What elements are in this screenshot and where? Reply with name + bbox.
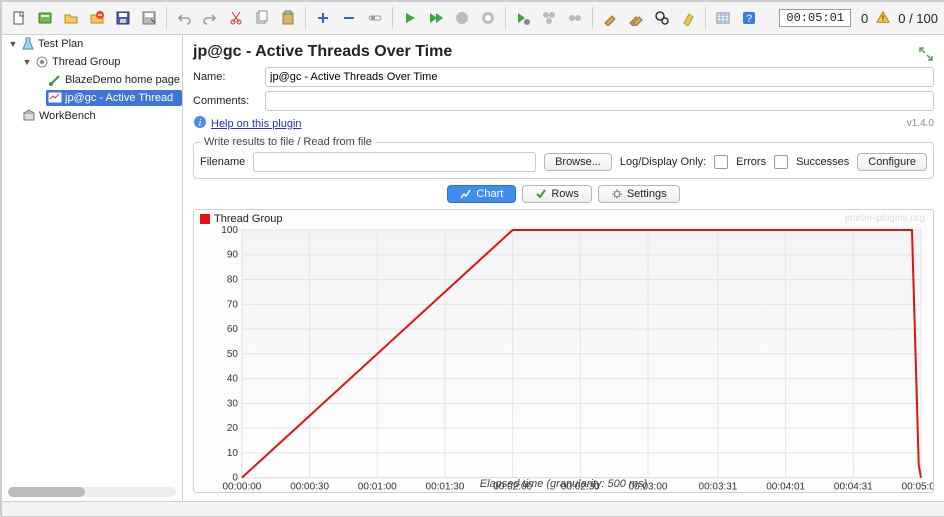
filename-input[interactable]: [253, 152, 536, 172]
copy-icon[interactable]: [251, 7, 273, 29]
warning-count: 0: [861, 11, 868, 26]
errors-label: Errors: [736, 156, 766, 168]
paste-icon[interactable]: [277, 7, 299, 29]
main-toolbar: ? 00:05:01 0 0 / 100: [2, 2, 944, 35]
test-plan-tree[interactable]: ▼Test Plan ▼Thread Group BlazeDemo home …: [2, 35, 183, 501]
svg-text:90: 90: [227, 250, 239, 261]
logonly-label: Log/Display Only:: [620, 156, 706, 168]
undo-icon[interactable]: [173, 7, 195, 29]
listener-panel: jp@gc - Active Threads Over Time Name: C…: [183, 35, 944, 501]
tree-thread-group[interactable]: ▼Thread Group: [20, 54, 182, 70]
warning-icon: [876, 10, 890, 27]
successes-label: Successes: [796, 156, 849, 168]
start-icon[interactable]: [399, 7, 421, 29]
svg-text:10: 10: [227, 448, 239, 459]
svg-text:00:00:30: 00:00:30: [290, 482, 329, 493]
svg-text:00:01:00: 00:01:00: [358, 482, 397, 493]
file-legend: Write results to file / Read from file: [200, 136, 376, 148]
name-input[interactable]: [265, 67, 934, 87]
svg-text:00:03:31: 00:03:31: [699, 482, 738, 493]
svg-text:i: i: [199, 118, 202, 129]
svg-text:00:02:30: 00:02:30: [561, 482, 600, 493]
configure-button[interactable]: Configure: [857, 153, 927, 171]
svg-text:40: 40: [227, 374, 239, 385]
svg-text:00:04:01: 00:04:01: [766, 482, 805, 493]
file-fieldset: Write results to file / Read from file F…: [193, 136, 934, 179]
save-icon[interactable]: [112, 7, 134, 29]
svg-text:70: 70: [227, 299, 239, 310]
save-as-icon[interactable]: [138, 7, 160, 29]
svg-text:00:04:31: 00:04:31: [834, 482, 873, 493]
svg-text:20: 20: [227, 423, 239, 434]
expand-icon[interactable]: [312, 7, 334, 29]
cut-icon[interactable]: [225, 7, 247, 29]
svg-text:00:00:00: 00:00:00: [223, 482, 262, 493]
reset-search-icon[interactable]: [677, 7, 699, 29]
flask-icon: [21, 37, 35, 51]
templates-icon[interactable]: [34, 7, 56, 29]
successes-checkbox[interactable]: [774, 155, 788, 169]
tab-rows[interactable]: Rows: [522, 185, 592, 203]
clear-icon[interactable]: [599, 7, 621, 29]
tree-horizontal-scrollbar[interactable]: [8, 487, 176, 497]
tree-blazedemo-sampler[interactable]: BlazeDemo home page: [46, 72, 182, 88]
chart-area: Thread Group jmeter-plugins.org Number o…: [193, 209, 934, 493]
expand-panel-icon[interactable]: [918, 46, 934, 62]
redo-icon[interactable]: [199, 7, 221, 29]
info-icon: i: [193, 115, 207, 132]
svg-text:60: 60: [227, 324, 239, 335]
collapse-icon[interactable]: [338, 7, 360, 29]
remote-start-all-icon[interactable]: [538, 7, 560, 29]
help-icon[interactable]: ?: [738, 7, 760, 29]
svg-text:80: 80: [227, 275, 239, 286]
open-icon[interactable]: [60, 7, 82, 29]
status-bar: [2, 501, 944, 516]
thread-group-icon: [35, 55, 49, 69]
svg-text:?: ?: [746, 13, 752, 25]
close-icon[interactable]: [86, 7, 108, 29]
tab-settings[interactable]: Settings: [598, 185, 680, 203]
toggle-icon[interactable]: [364, 7, 386, 29]
remote-start-icon[interactable]: [512, 7, 534, 29]
search-icon[interactable]: [651, 7, 673, 29]
svg-text:00:05:01: 00:05:01: [902, 482, 933, 493]
svg-text:100: 100: [221, 225, 238, 236]
stop-icon[interactable]: [451, 7, 473, 29]
chart-svg: 010203040506070809010000:00:0000:00:3000…: [194, 210, 933, 493]
tree-workbench[interactable]: WorkBench: [20, 108, 182, 124]
svg-text:30: 30: [227, 398, 239, 409]
errors-checkbox[interactable]: [714, 155, 728, 169]
elapsed-time: 00:05:01: [779, 9, 851, 27]
panel-title: jp@gc - Active Threads Over Time: [193, 43, 918, 61]
svg-text:50: 50: [227, 349, 239, 360]
thread-counter: 0 / 100: [898, 11, 938, 26]
plugin-version: v1.4.0: [907, 118, 934, 129]
sampler-icon: [48, 73, 62, 87]
svg-text:00:02:00: 00:02:00: [493, 482, 532, 493]
comments-label: Comments:: [193, 95, 259, 107]
new-icon[interactable]: [8, 7, 30, 29]
function-helper-icon[interactable]: [712, 7, 734, 29]
workbench-icon: [22, 109, 36, 123]
tree-active-threads-listener[interactable]: jp@gc - Active Thread: [46, 90, 182, 106]
help-link[interactable]: Help on this plugin: [211, 118, 302, 130]
tab-chart[interactable]: Chart: [447, 185, 516, 203]
filename-label: Filename: [200, 156, 245, 168]
remote-stop-icon[interactable]: [564, 7, 586, 29]
tree-test-plan[interactable]: ▼Test Plan: [6, 36, 182, 52]
comments-input[interactable]: [265, 91, 934, 111]
start-no-pause-icon[interactable]: [425, 7, 447, 29]
clear-all-icon[interactable]: [625, 7, 647, 29]
name-label: Name:: [193, 71, 259, 83]
listener-icon: [48, 91, 62, 105]
svg-text:00:01:30: 00:01:30: [426, 482, 465, 493]
browse-button[interactable]: Browse...: [544, 153, 612, 171]
shutdown-icon[interactable]: [477, 7, 499, 29]
svg-text:00:03:00: 00:03:00: [629, 482, 668, 493]
